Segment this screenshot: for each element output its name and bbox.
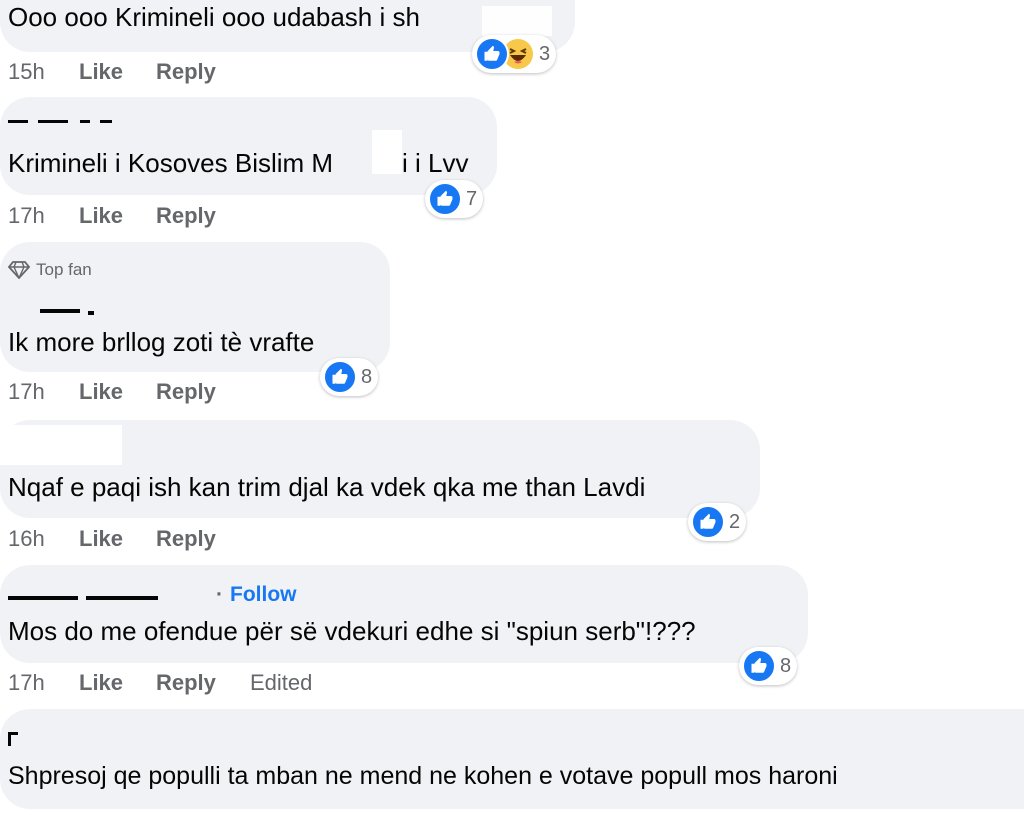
reaction-count: 3: [539, 42, 551, 65]
follow-separator: ·: [216, 583, 223, 606]
reactions-summary[interactable]: 2: [688, 503, 747, 541]
comment-text: Ooo ooo Krimineli ooo udabash i sh: [8, 2, 420, 32]
like-button[interactable]: Like: [79, 59, 123, 85]
comment-text: Shpresoj qe populli ta mban ne mend ne k…: [8, 762, 838, 790]
reactions-summary[interactable]: 3: [472, 35, 557, 73]
like-button[interactable]: Like: [79, 203, 123, 229]
redaction-mask: [0, 425, 122, 465]
reaction-count: 7: [466, 187, 478, 210]
comment-bubble: [0, 565, 808, 663]
reply-button[interactable]: Reply: [156, 670, 216, 696]
like-button[interactable]: Like: [79, 379, 123, 405]
comment-text: Krimineli i Kosoves Bislim M: [8, 148, 334, 178]
comment-meta: 16h Like Reply: [8, 526, 308, 552]
comment-text-tail: i i Lvv: [402, 148, 469, 178]
edited-label[interactable]: Edited: [250, 670, 312, 696]
reply-button[interactable]: Reply: [156, 379, 216, 405]
top-fan-label: Top fan: [36, 260, 92, 279]
reaction-count: 8: [361, 365, 373, 388]
reactions-summary[interactable]: 7: [425, 180, 484, 218]
reactions-summary[interactable]: 8: [739, 647, 798, 685]
author-name-redacted[interactable]: [8, 728, 213, 750]
reply-button[interactable]: Reply: [156, 59, 216, 85]
reactions-summary[interactable]: 8: [320, 358, 379, 396]
timestamp[interactable]: 17h: [8, 670, 45, 696]
author-name-redacted[interactable]: [8, 112, 158, 126]
timestamp[interactable]: 15h: [8, 59, 45, 85]
like-icon: [691, 505, 725, 539]
comment-text: Mos do me ofendue për së vdekuri edhe si…: [8, 616, 696, 646]
follow-button[interactable]: Follow: [230, 583, 297, 607]
comment-text: Nqaf e paqi ish kan trim djal ka vdek qk…: [8, 472, 646, 502]
reaction-count: 8: [780, 654, 792, 677]
comment-bubble: [0, 709, 1024, 809]
like-button[interactable]: Like: [79, 526, 123, 552]
like-icon: [323, 360, 357, 394]
timestamp[interactable]: 16h: [8, 526, 45, 552]
reaction-count: 2: [729, 510, 741, 533]
like-icon: [475, 37, 509, 71]
comment-meta: 17h Like Reply: [8, 203, 308, 229]
like-icon: [428, 182, 462, 216]
timestamp[interactable]: 17h: [8, 379, 45, 405]
diamond-icon: [8, 261, 30, 279]
redaction-mask: [372, 130, 402, 174]
author-name-redacted[interactable]: [8, 297, 158, 317]
reply-button[interactable]: Reply: [156, 203, 216, 229]
comment-meta: 17h Like Reply: [8, 379, 308, 405]
reply-button[interactable]: Reply: [156, 526, 216, 552]
like-button[interactable]: Like: [79, 670, 123, 696]
author-name-redacted[interactable]: [8, 582, 223, 604]
like-icon: [742, 649, 776, 683]
top-fan-badge: Top fan: [8, 260, 92, 280]
redaction-mask: [482, 6, 552, 36]
comment-text: Ik more brllog zoti tè vrafte: [8, 327, 315, 357]
comment-meta: 15h Like Reply: [8, 59, 308, 85]
timestamp[interactable]: 17h: [8, 203, 45, 229]
comment-meta: 17h Like Reply Edited: [8, 670, 408, 696]
